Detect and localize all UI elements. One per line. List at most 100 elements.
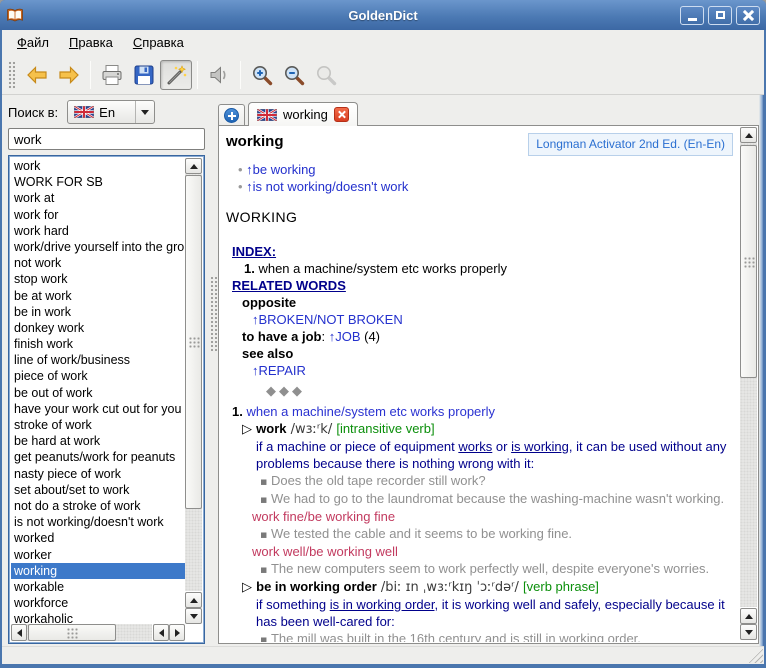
scroll-left-button[interactable] xyxy=(153,624,169,641)
article-line: • ↑is not working/doesn't work xyxy=(224,178,733,195)
frame-edge xyxy=(759,95,764,646)
word-list-item[interactable]: donkey work xyxy=(11,320,185,336)
word-list-item[interactable]: work for xyxy=(11,207,185,223)
word-list-item[interactable]: worker xyxy=(11,547,185,563)
toolbar-drag-handle[interactable] xyxy=(8,61,15,89)
combobox-dropdown-button[interactable] xyxy=(135,101,154,123)
article-link[interactable]: ↑BROKEN/NOT BROKEN xyxy=(252,312,403,327)
article-link[interactable]: ↑is not working/doesn't work xyxy=(246,179,408,194)
word-list-item[interactable]: stop work xyxy=(11,271,185,287)
arrow-left-icon xyxy=(159,629,164,637)
save-icon xyxy=(132,63,156,87)
dictionary-group-combobox[interactable]: En xyxy=(67,100,155,124)
menu-справка[interactable]: Справка xyxy=(126,32,191,53)
article-line: ↑REPAIR xyxy=(224,362,733,379)
word-list-item[interactable]: be out of work xyxy=(11,385,185,401)
word-list-item[interactable]: work at xyxy=(11,190,185,206)
scroll-up-button[interactable] xyxy=(740,127,757,143)
word-list-item[interactable]: be hard at work xyxy=(11,433,185,449)
article-line: ▪ The mill was built in the 16th century… xyxy=(224,630,733,642)
tab-working[interactable]: working xyxy=(248,102,358,126)
maximize-icon xyxy=(716,11,725,19)
article-line: ◆◆◆ xyxy=(224,382,733,400)
article-text: • xyxy=(238,162,246,177)
save-button[interactable] xyxy=(128,60,160,90)
scroll-up-button[interactable] xyxy=(185,592,202,608)
article-text: or xyxy=(492,439,511,454)
article-line: to have a job: ↑JOB (4) xyxy=(224,328,733,345)
scrollbar-thumb[interactable] xyxy=(28,624,116,641)
word-list-item[interactable]: workaholic xyxy=(11,611,185,624)
article-text: ▷ xyxy=(242,580,256,595)
maximize-button[interactable] xyxy=(708,6,732,25)
word-list-item[interactable]: have your work cut out for you xyxy=(11,401,185,417)
search-input[interactable] xyxy=(8,128,205,150)
article-line: ▪ The new computers seem to work perfect… xyxy=(224,560,733,578)
word-list-item[interactable]: nasty piece of work xyxy=(11,466,185,482)
scroll-down-button[interactable] xyxy=(185,608,202,624)
article-line: 1. when a machine/system etc works prope… xyxy=(224,403,733,420)
arrow-up-icon xyxy=(745,133,753,138)
word-list-item[interactable]: workable xyxy=(11,579,185,595)
menu-файл[interactable]: Файл xyxy=(10,32,56,53)
dictionary-badge[interactable]: Longman Activator 2nd Ed. (En-En) xyxy=(528,133,733,156)
word-list-item[interactable]: WORK FOR SB xyxy=(11,174,185,190)
article-line: work well/be working well xyxy=(224,543,733,560)
resize-grip-icon[interactable] xyxy=(748,648,763,663)
zoom-base-button xyxy=(310,60,342,90)
article-line: ▷ be in working order /biː ɪn ˌwɜːʳkɪŋ ˈ… xyxy=(224,578,733,596)
word-list-item[interactable]: not work xyxy=(11,255,185,271)
scroll-up-button[interactable] xyxy=(740,608,757,624)
close-button[interactable] xyxy=(736,6,760,25)
article-text: We tested the cable and it seems to be w… xyxy=(271,526,572,541)
tab-close-button[interactable] xyxy=(334,107,349,122)
toolbar xyxy=(2,55,764,95)
scrollbar-thumb[interactable] xyxy=(740,145,757,378)
back-button[interactable] xyxy=(21,60,53,90)
scroll-left-button[interactable] xyxy=(11,624,27,641)
sound-button[interactable] xyxy=(203,60,235,90)
scroll-down-button[interactable] xyxy=(740,624,757,640)
word-list-item[interactable]: not do a stroke of work xyxy=(11,498,185,514)
word-list-item[interactable]: worked xyxy=(11,530,185,546)
print-button[interactable] xyxy=(96,60,128,90)
word-list-item[interactable]: line of work/business xyxy=(11,352,185,368)
forward-button[interactable] xyxy=(53,60,85,90)
scrollbar-thumb[interactable] xyxy=(185,175,202,509)
article-link[interactable]: ↑JOB xyxy=(329,329,361,344)
zoom-in-button[interactable] xyxy=(246,60,278,90)
word-list-item[interactable]: work hard xyxy=(11,223,185,239)
word-list-item[interactable]: work xyxy=(11,158,185,174)
word-list-item[interactable]: be in work xyxy=(11,304,185,320)
word-list-item[interactable]: workforce xyxy=(11,595,185,611)
word-list-item[interactable]: set about/set to work xyxy=(11,482,185,498)
scroll-right-button[interactable] xyxy=(169,624,185,641)
article-link[interactable]: ↑REPAIR xyxy=(252,363,306,378)
article-line: see also xyxy=(224,345,733,362)
word-list-item[interactable]: be at work xyxy=(11,288,185,304)
article-link[interactable]: ↑be working xyxy=(246,162,315,177)
word-list-item[interactable]: stroke of work xyxy=(11,417,185,433)
titlebar[interactable]: GoldenDict xyxy=(0,0,766,30)
scroll-up-button[interactable] xyxy=(185,158,202,174)
article-text: is in working order xyxy=(330,597,435,612)
menu-правка[interactable]: Правка xyxy=(62,32,120,53)
article-text: WORKING xyxy=(226,209,297,225)
tab-bar: working xyxy=(218,100,759,125)
word-list-item[interactable]: working xyxy=(11,563,185,579)
zoom-out-button[interactable] xyxy=(278,60,310,90)
article-line: 1. when a machine/system etc works prope… xyxy=(224,260,733,277)
word-list-item[interactable]: is not working/doesn't work xyxy=(11,514,185,530)
scan-popup-button[interactable] xyxy=(160,60,192,90)
word-list-item[interactable]: get peanuts/work for peanuts xyxy=(11,449,185,465)
menubar: Файл Правка Справка xyxy=(2,30,764,55)
article-text: ◆◆◆ xyxy=(266,384,305,399)
arrow-up-icon xyxy=(190,598,198,603)
word-list-item[interactable]: piece of work xyxy=(11,368,185,384)
word-list-item[interactable]: work/drive yourself into the ground xyxy=(11,239,185,255)
word-list-item[interactable]: finish work xyxy=(11,336,185,352)
tab-label: working xyxy=(283,107,328,122)
minimize-button[interactable] xyxy=(680,6,704,25)
new-tab-button[interactable] xyxy=(218,104,245,125)
article-pane: working working Longman Activator 2nd Ed… xyxy=(218,100,759,644)
